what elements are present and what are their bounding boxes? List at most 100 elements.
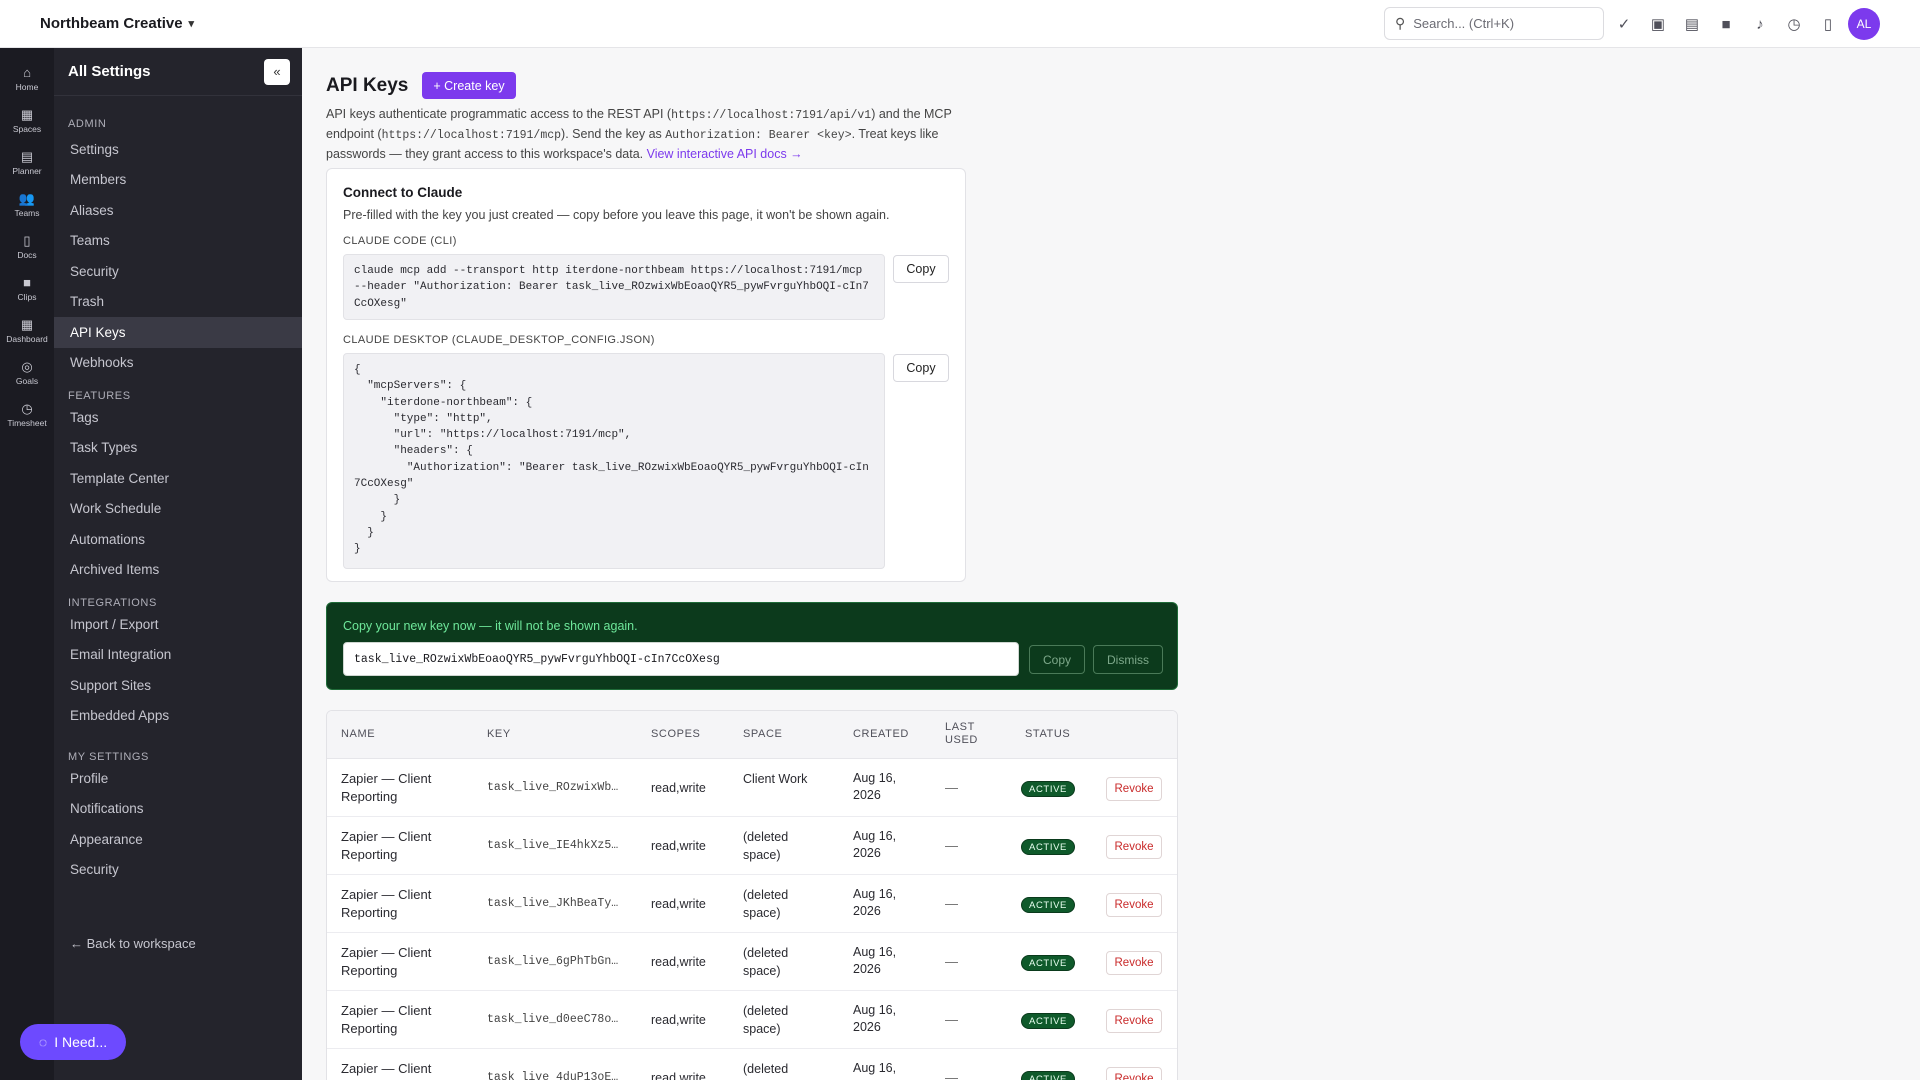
key-created: Aug 16,2026 <box>853 887 897 918</box>
clipboard-icon[interactable]: ▤ <box>1678 10 1706 38</box>
i-need-button[interactable]: ◌ I Need... <box>20 1024 126 1060</box>
collapse-sidebar-icon[interactable]: « <box>264 58 290 85</box>
col-scopes: SCOPES <box>651 728 701 740</box>
sidebar-item-archived-items[interactable]: Archived Items <box>54 555 302 586</box>
revoke-button[interactable]: Revoke <box>1106 1009 1162 1033</box>
video-icon[interactable]: ■ <box>1712 10 1740 38</box>
search-input[interactable] <box>1413 16 1584 31</box>
key-prefix: task_live_d0eeC78o… <box>487 1013 619 1026</box>
settings-title: All Settings <box>68 63 151 80</box>
alarm-clock-icon[interactable]: ◷ <box>1780 10 1808 38</box>
intro-text: API keys authenticate programmatic acces… <box>326 107 952 161</box>
desktop-config-code-block: { "mcpServers": { "iterdone-northbeam": … <box>343 353 885 569</box>
revoke-button[interactable]: Revoke <box>1106 777 1162 801</box>
copy-desktop-config-button[interactable]: Copy <box>893 354 949 382</box>
key-space: (deletedspace) <box>743 1062 789 1076</box>
sidebar-item-support-sites[interactable]: Support Sites <box>54 670 302 701</box>
calendar-icon: ▤ <box>20 149 34 164</box>
key-scopes: read,write <box>651 781 706 795</box>
sidebar-item-profile[interactable]: Profile <box>54 763 302 794</box>
search-box[interactable]: ⚲ <box>1384 7 1604 40</box>
revoke-button[interactable]: Revoke <box>1106 835 1162 859</box>
rail-item-spaces[interactable]: ▦ Spaces <box>0 100 54 142</box>
rail-item-docs[interactable]: ▯ Docs <box>0 226 54 268</box>
target-icon: ◎ <box>21 359 33 374</box>
connect-claude-card: Connect to Claude Pre-filled with the ke… <box>326 168 966 582</box>
back-to-workspace-link[interactable]: ← Back to workspace <box>70 936 196 951</box>
col-name: NAME <box>341 728 376 740</box>
col-status: STATUS <box>1025 728 1071 740</box>
key-created: Aug 16,2026 <box>853 945 897 976</box>
rail-item-clips[interactable]: ■ Clips <box>0 268 54 310</box>
section-my-settings: MY SETTINGS <box>68 751 149 763</box>
sidebar-item-tags[interactable]: Tags <box>54 402 302 433</box>
rail-item-planner[interactable]: ▤ Planner <box>0 142 54 184</box>
video-icon: ■ <box>23 275 31 290</box>
sidebar-item-embedded-apps[interactable]: Embedded Apps <box>54 701 302 732</box>
sidebar-item-appearance[interactable]: Appearance <box>54 824 302 855</box>
table-row: Zapier — Client Reporting task_live_d0eeC7… <box>327 991 1177 1049</box>
table-row: Zapier — Client Reporting task_live_ROzwix… <box>327 759 1177 817</box>
document-icon[interactable]: ▯ <box>1814 10 1842 38</box>
sidebar-item-security[interactable]: Security <box>54 256 302 287</box>
sidebar-item-work-schedule[interactable]: Work Schedule <box>54 494 302 525</box>
sidebar-item-automations[interactable]: Automations <box>54 524 302 555</box>
create-key-button[interactable]: + Create key <box>422 72 516 99</box>
sidebar-item-teams[interactable]: Teams <box>54 226 302 257</box>
section-features: FEATURES <box>68 390 131 402</box>
dismiss-button[interactable]: Dismiss <box>1093 645 1163 674</box>
check-circle-icon[interactable]: ✓ <box>1610 10 1638 38</box>
sidebar-item-task-types[interactable]: Task Types <box>54 433 302 464</box>
key-scopes: read,write <box>651 1013 706 1027</box>
app-rail: ⌂ Home ▦ Spaces ▤ Planner 👥 Teams ▯ Docs ■ Cli… <box>0 48 54 1080</box>
top-bar: Northbeam Creative ▾ ⚲ ✓ ▣ ▤ ■ ♪ ◷ ▯ AL <box>0 0 1920 48</box>
sidebar-item-settings[interactable]: Settings <box>54 134 302 165</box>
key-last-used: — <box>945 954 958 969</box>
cli-code-block: claude mcp add --transport http iterdone… <box>343 254 885 320</box>
key-scopes: read,write <box>651 955 706 969</box>
rail-item-dashboard[interactable]: ▦ Dashboard <box>0 310 54 352</box>
sidebar-item-template-center[interactable]: Template Center <box>54 463 302 494</box>
sidebar-item-notifications[interactable]: Notifications <box>54 794 302 825</box>
settings-sidebar-header: All Settings « <box>54 48 302 96</box>
rail-item-timesheet[interactable]: ◷ Timesheet <box>0 394 54 436</box>
copy-new-key-button[interactable]: Copy <box>1029 645 1085 674</box>
sidebar-item-members[interactable]: Members <box>54 165 302 196</box>
key-name: Zapier — ClientReporting <box>341 887 432 920</box>
sidebar-item-my-security[interactable]: Security <box>54 855 302 886</box>
rail-item-teams[interactable]: 👥 Teams <box>0 184 54 226</box>
page-title: API Keys <box>326 74 409 96</box>
sidebar-item-email-integration[interactable]: Email Integration <box>54 640 302 671</box>
revoke-button[interactable]: Revoke <box>1106 951 1162 975</box>
sidebar-item-aliases[interactable]: Aliases <box>54 195 302 226</box>
key-space: (deletedspace) <box>743 888 789 920</box>
rail-item-home[interactable]: ⌂ Home <box>0 58 54 100</box>
new-key-field[interactable] <box>343 642 1019 676</box>
top-toolbar: ✓ ▣ ▤ ■ ♪ ◷ ▯ <box>1610 10 1842 38</box>
revoke-button[interactable]: Revoke <box>1106 893 1162 917</box>
doc-icon: ▯ <box>23 233 31 248</box>
briefcase-icon[interactable]: ▣ <box>1644 10 1672 38</box>
api-keys-table: NAME KEY SCOPES SPACE CREATED LAST USED S… <box>326 710 1178 1080</box>
sidebar-item-api-keys[interactable]: API Keys <box>54 317 302 348</box>
sidebar-item-import-export[interactable]: Import / Export <box>54 609 302 640</box>
revoke-button[interactable]: Revoke <box>1106 1067 1162 1080</box>
key-prefix: task_live_JKhBeaTy… <box>487 897 619 910</box>
api-docs-link[interactable]: View interactive API docs → <box>647 147 803 161</box>
status-badge: ACTIVE <box>1021 1013 1075 1029</box>
sidebar-item-trash[interactable]: Trash <box>54 287 302 318</box>
copy-cli-button[interactable]: Copy <box>893 255 949 283</box>
table-row: Zapier — Client Reporting task_live_JKhBea… <box>327 875 1177 933</box>
key-prefix: task_live_ROzwixWb… <box>487 781 619 794</box>
workspace-switcher[interactable]: Northbeam Creative ▾ <box>40 15 194 32</box>
microphone-icon[interactable]: ♪ <box>1746 10 1774 38</box>
key-created: Aug 16,2026 <box>853 829 897 860</box>
table-row: Zapier — ClientReporting task_live_4duP13… <box>327 1049 1177 1080</box>
sidebar-item-webhooks[interactable]: Webhooks <box>54 348 302 379</box>
rail-item-goals[interactable]: ◎ Goals <box>0 352 54 394</box>
auth-header-example: Authorization: Bearer <key> <box>665 129 852 142</box>
table-row: Zapier — Client Reporting task_live_IE4hkX… <box>327 817 1177 875</box>
key-prefix: task_live_6gPhTbGn… <box>487 955 619 968</box>
page-header: API Keys + Create key <box>326 72 516 99</box>
user-avatar[interactable]: AL <box>1848 8 1880 40</box>
